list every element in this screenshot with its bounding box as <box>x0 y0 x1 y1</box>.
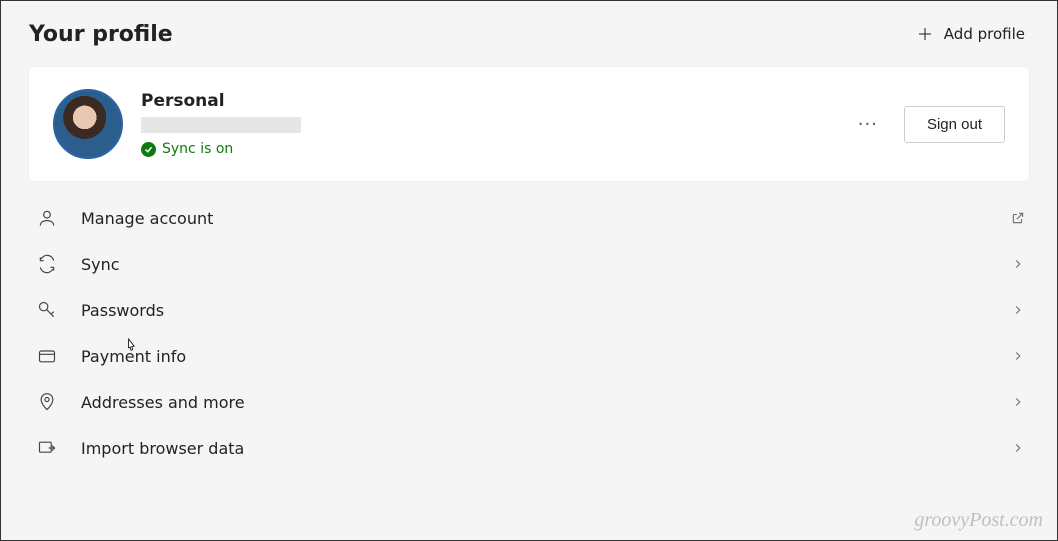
add-profile-label: Add profile <box>944 25 1025 43</box>
more-button[interactable]: ··· <box>854 114 882 135</box>
profile-card: Personal Sync is on ··· Sign out <box>29 67 1029 181</box>
menu-item-label: Passwords <box>81 301 164 320</box>
profile-name: Personal <box>141 91 301 111</box>
chevron-right-icon <box>1011 303 1025 317</box>
chevron-right-icon <box>1011 395 1025 409</box>
chevron-right-icon <box>1011 349 1025 363</box>
pin-icon <box>37 392 57 412</box>
menu-item-import[interactable]: Import browser data <box>29 425 1029 471</box>
menu-item-passwords[interactable]: Passwords <box>29 287 1029 333</box>
menu-item-label: Sync <box>81 255 120 274</box>
key-icon <box>37 300 57 320</box>
person-icon <box>37 208 57 228</box>
sync-status: Sync is on <box>141 141 301 157</box>
add-profile-button[interactable]: Add profile <box>912 19 1029 49</box>
settings-menu: Manage account Sync Passwords <box>29 195 1029 471</box>
menu-item-label: Manage account <box>81 209 213 228</box>
watermark: groovyPost.com <box>914 509 1043 532</box>
chevron-right-icon <box>1011 441 1025 455</box>
sync-status-label: Sync is on <box>162 141 233 157</box>
menu-item-label: Import browser data <box>81 439 244 458</box>
cursor-pointer-icon <box>123 337 139 357</box>
card-icon <box>37 346 57 366</box>
menu-item-addresses[interactable]: Addresses and more <box>29 379 1029 425</box>
plus-icon <box>916 25 934 43</box>
menu-item-payment[interactable]: Payment info <box>29 333 1029 379</box>
page-header: Your profile Add profile <box>29 19 1029 49</box>
chevron-right-icon <box>1011 257 1025 271</box>
sync-icon <box>37 254 57 274</box>
sign-out-button[interactable]: Sign out <box>904 106 1005 143</box>
menu-item-label: Addresses and more <box>81 393 245 412</box>
menu-item-sync[interactable]: Sync <box>29 241 1029 287</box>
check-circle-icon <box>141 142 156 157</box>
profile-email-redacted <box>141 117 301 133</box>
profile-info: Personal Sync is on <box>141 91 301 157</box>
avatar <box>53 89 123 159</box>
external-link-icon <box>1011 211 1025 225</box>
import-icon <box>37 438 57 458</box>
page-title: Your profile <box>29 22 173 47</box>
menu-item-manage-account[interactable]: Manage account <box>29 195 1029 241</box>
